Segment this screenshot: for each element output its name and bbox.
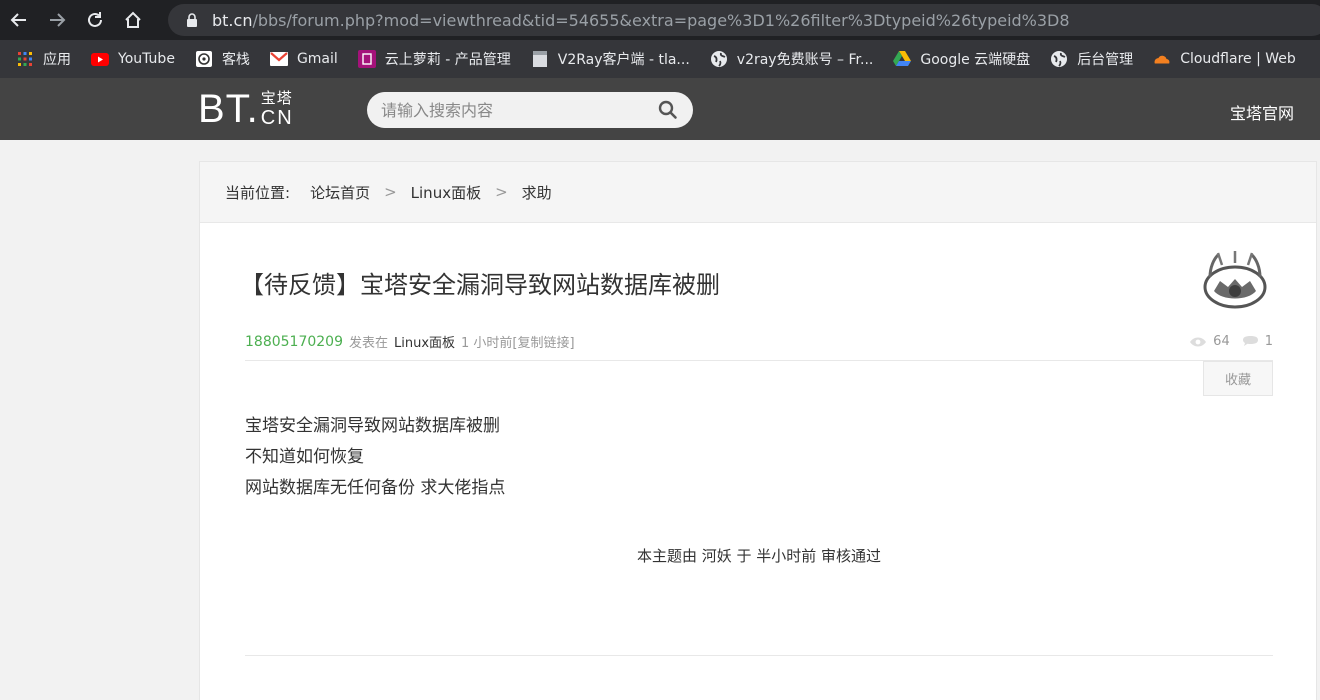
search-input[interactable]: [381, 100, 657, 120]
lock-icon: [184, 12, 200, 28]
globe-icon: [1050, 50, 1068, 68]
cloudflare-icon: [1153, 50, 1171, 68]
home-icon[interactable]: [114, 0, 152, 40]
post-body-line: 宝塔安全漏洞导致网站数据库被删: [245, 416, 500, 436]
apps-grid-icon: [16, 50, 34, 68]
product-icon: [357, 50, 376, 68]
breadcrumb-separator: >: [384, 183, 397, 201]
eye-icon: [1190, 337, 1207, 346]
avatar[interactable]: [1200, 247, 1270, 309]
inn-icon: [195, 50, 213, 68]
bookmark-gmail[interactable]: Gmail: [269, 50, 338, 68]
post-body-line: 不知道如何恢复: [245, 447, 364, 467]
gmail-icon: [269, 50, 288, 68]
breadcrumb: 当前位置: 论坛首页 > Linux面板 > 求助: [200, 162, 1316, 223]
post-body-line: 网站数据库无任何备份 求大佬指点: [245, 478, 506, 498]
views-stat: 64: [1189, 334, 1230, 349]
post-body: 宝塔安全漏洞导致网站数据库被删 不知道如何恢复 网站数据库无任何备份 求大佬指点: [245, 411, 505, 504]
bookmark-admin[interactable]: 后台管理: [1050, 49, 1133, 69]
reload-icon[interactable]: [76, 0, 114, 40]
google-drive-icon: [893, 50, 912, 68]
replies-stat: 1: [1242, 334, 1273, 349]
bookmark-product-mgmt[interactable]: 云上萝莉 - 产品管理: [357, 49, 511, 69]
official-site-link[interactable]: 宝塔官网: [1230, 100, 1294, 124]
address-bar[interactable]: bt.cn/bbs/forum.php?mod=viewthread&tid=5…: [168, 4, 1320, 36]
post-meta: 18805170209 发表在 Linux面板 1 小时前[复制链接] 64 1: [245, 332, 1273, 352]
comment-icon: [1242, 336, 1258, 346]
forum-link[interactable]: Linux面板: [394, 332, 455, 351]
author-link[interactable]: 18805170209: [245, 334, 343, 350]
replies-count: 1: [1264, 334, 1273, 349]
breadcrumb-linux-panel[interactable]: Linux面板: [411, 182, 481, 203]
browser-toolbar: bt.cn/bbs/forum.php?mod=viewthread&tid=5…: [0, 0, 1320, 40]
breadcrumb-separator: >: [495, 183, 508, 201]
audit-note: 本主题由 河妖 于 半小时前 审核通过: [636, 547, 882, 565]
site-header: BT. 宝塔 CN 宝塔官网: [0, 78, 1320, 140]
bookmark-apps[interactable]: 应用: [16, 49, 71, 69]
favorite-button[interactable]: 收藏: [1203, 361, 1273, 396]
back-icon[interactable]: [0, 0, 38, 40]
globe-icon: [710, 50, 728, 68]
meta-divider: [245, 360, 1273, 361]
bookmark-cloudflare[interactable]: Cloudflare | Web: [1153, 50, 1296, 68]
youtube-icon: [91, 50, 109, 68]
search-box: [367, 92, 693, 128]
breadcrumb-forum-home[interactable]: 论坛首页: [310, 182, 370, 203]
page-icon: [531, 50, 549, 68]
thread-card: 当前位置: 论坛首页 > Linux面板 > 求助 【待反馈】宝塔安全漏洞导致网…: [199, 161, 1317, 700]
search-icon[interactable]: [657, 99, 679, 121]
views-count: 64: [1213, 334, 1230, 349]
bookmarks-bar: 应用 YouTube 客栈 Gmail 云上萝莉 - 产品管理 V2Ray客户端…: [0, 40, 1320, 78]
url-text: bt.cn/bbs/forum.php?mod=viewthread&tid=5…: [212, 10, 1070, 30]
breadcrumb-prefix: 当前位置:: [225, 183, 291, 202]
bookmark-youtube[interactable]: YouTube: [91, 50, 175, 68]
bookmark-inn[interactable]: 客栈: [195, 49, 250, 69]
forward-icon[interactable]: [38, 0, 76, 40]
thread-title: 【待反馈】宝塔安全漏洞导致网站数据库被删: [240, 271, 720, 299]
bookmark-v2ray-free[interactable]: v2ray免费账号 – Fr...: [710, 49, 873, 69]
breadcrumb-help[interactable]: 求助: [522, 182, 552, 203]
post-footer-divider: [245, 655, 1273, 656]
bookmark-v2ray-client[interactable]: V2Ray客户端 - tla...: [531, 49, 690, 69]
bt-logo[interactable]: BT. 宝塔 CN: [198, 88, 294, 130]
post-time[interactable]: 1 小时前[复制链接]: [461, 332, 575, 351]
posted-in-label: 发表在: [348, 336, 388, 351]
bookmark-google-drive[interactable]: Google 云端硬盘: [893, 49, 1030, 69]
